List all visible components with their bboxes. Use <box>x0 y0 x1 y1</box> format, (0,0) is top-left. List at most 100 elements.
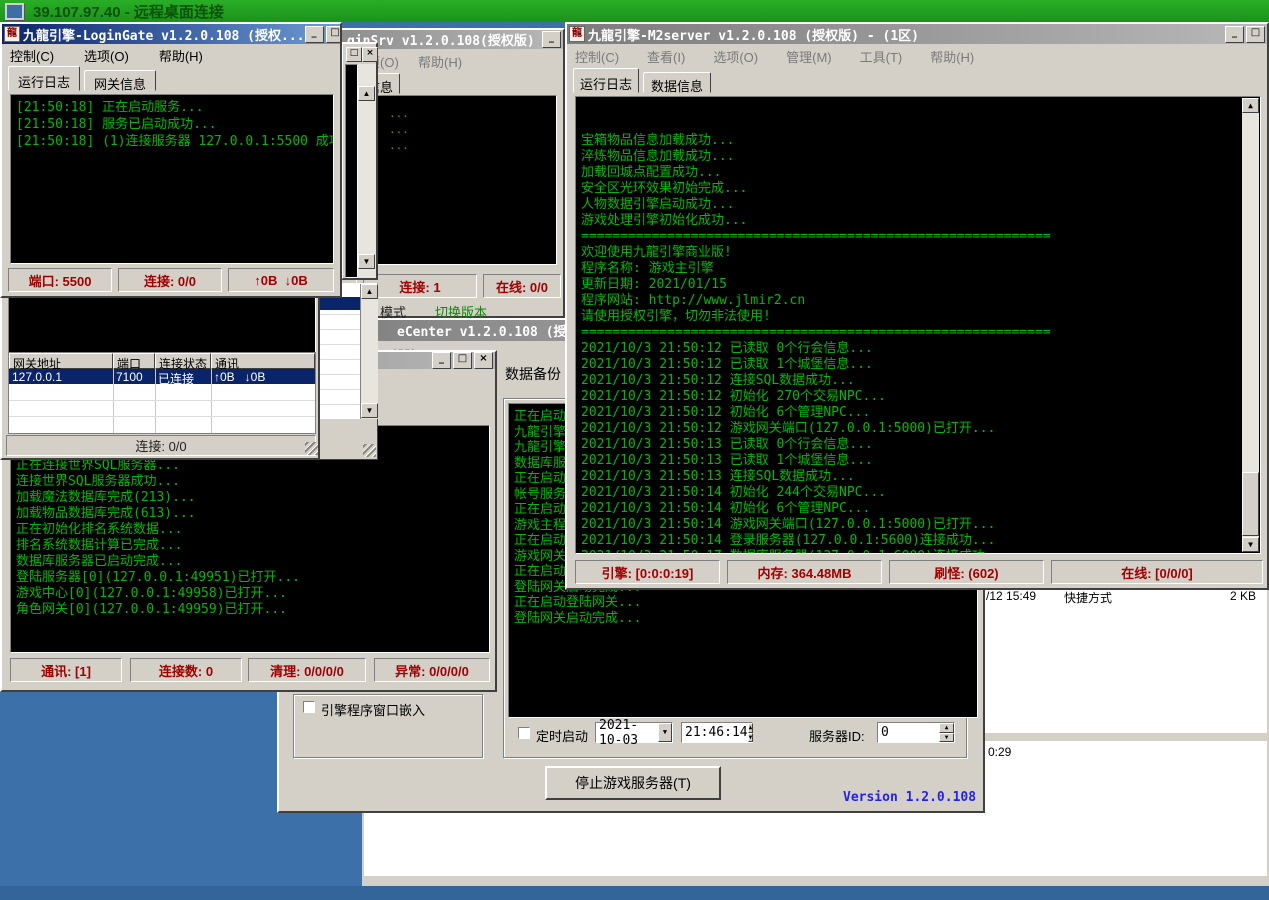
time-spin-buttons[interactable]: ▲ ▼ <box>748 723 754 742</box>
menu-item[interactable]: 工具(T) <box>852 50 903 65</box>
minimize-button[interactable]: _ <box>542 31 561 48</box>
log-line: 2021/10/3 21:50:14 游戏网关端口(127.0.0.1:5000… <box>581 517 1260 533</box>
list-fragment[interactable] <box>319 284 361 419</box>
menu-item[interactable]: 查看(I) <box>639 50 685 65</box>
column-header-state[interactable]: 连接状态 <box>155 353 211 369</box>
column-header-port[interactable]: 端口 <box>113 353 155 369</box>
stop-server-button[interactable]: 停止游戏服务器(T) <box>545 766 721 800</box>
resize-grip[interactable] <box>305 442 318 455</box>
scroll-up-icon[interactable]: ▲ <box>358 86 375 101</box>
window-bottom-border <box>364 876 1267 884</box>
menu-item[interactable]: 选项(O) <box>705 50 758 65</box>
gate-table[interactable]: 网关地址 端口 连接状态 通讯 127.0.0.1 7100 已连接 ↑0B ↓… <box>8 352 316 434</box>
log-line: ========================================… <box>581 325 1260 341</box>
menu-item[interactable]: 控制(C) <box>567 50 619 65</box>
log-line: 加载物品数据库完成(613)... <box>16 506 489 522</box>
titlebar[interactable]: 龍 九龍引擎-LoginGate v1.2.0.108 (授权... _ □ × <box>2 24 340 44</box>
rdp-title: 39.107.97.40 - 远程桌面连接 <box>33 1 224 22</box>
chevron-down-icon[interactable]: ▼ <box>658 723 672 742</box>
m2server-log: 宝箱物品信息加载成功...淬炼物品信息加载成功...加载回城点配置成功...安全… <box>575 96 1261 554</box>
start-date-combobox[interactable]: 2021-10-03 ▼ <box>595 722 673 743</box>
log-line: [21:50:18] 正在启动服务... <box>16 99 333 116</box>
tab-data-info[interactable]: 数据信息 <box>643 72 711 93</box>
mode-label: 模式 <box>380 302 406 321</box>
scroll-down-icon[interactable]: ▼ <box>358 254 375 269</box>
spin-down-icon[interactable]: ▼ <box>748 733 754 743</box>
tab-run-log[interactable]: 运行日志 <box>573 68 639 93</box>
column-header-traffic[interactable]: 通讯 <box>211 353 315 369</box>
app-icon: 龍 <box>569 26 585 42</box>
cell-port[interactable]: 7100 <box>113 369 155 384</box>
tab-gate-info[interactable]: 网关信息 <box>84 70 156 91</box>
menu-item[interactable]: 控制(C) <box>2 49 54 64</box>
file-type: 快捷方式 <box>1064 589 1112 606</box>
log-line: 2021/10/3 21:50:17 数据库服务器(127.0.0.1:6000… <box>581 549 1260 554</box>
log-line: [21:50:18] 服务已启动成功... <box>16 116 333 133</box>
cell-address[interactable]: 127.0.0.1 <box>9 369 113 384</box>
minimize-button[interactable]: _ <box>305 26 324 43</box>
close-button[interactable]: × <box>362 47 378 62</box>
resize-grip[interactable] <box>363 444 376 457</box>
status-connections: 连接: 0/0 <box>6 435 316 456</box>
table-gridline <box>9 416 315 417</box>
scrollbar-thumb[interactable] <box>1242 472 1259 536</box>
maximize-button[interactable]: □ <box>346 47 362 62</box>
log-line: 2021/10/3 21:50:12 初始化 270个交易NPC... <box>581 389 1260 405</box>
status-online: 在线: [0/0/0] <box>1051 560 1263 584</box>
menubar[interactable]: 控制(C) 选项(O) 帮助(H) <box>2 46 340 65</box>
row-line <box>319 329 360 330</box>
cell-traffic[interactable]: ↑0B ↓0B <box>211 369 315 384</box>
selected-row[interactable] <box>319 297 360 310</box>
tab-run-log[interactable]: 运行日志 <box>8 66 80 91</box>
timer-checkbox[interactable] <box>518 727 530 739</box>
column-header-address[interactable]: 网关地址 <box>9 353 113 369</box>
minimize-button[interactable]: _ <box>432 352 451 369</box>
logingate-log: [21:50:18] 正在启动服务...[21:50:18] 服务已启动成功..… <box>10 94 334 264</box>
switch-version-link[interactable]: 切换版本 <box>435 302 487 321</box>
scroll-up-icon[interactable]: ▲ <box>1242 98 1259 113</box>
scroll-up-icon[interactable]: ▲ <box>361 284 378 299</box>
menubar[interactable]: 控制(C) 查看(I) 选项(O) 管理(M) 工具(T) 帮助(H) <box>567 47 1267 66</box>
window-list-fragment: ▲ ▼ <box>318 283 378 460</box>
scroll-down-icon[interactable]: ▼ <box>1242 537 1259 552</box>
server-id-spin-buttons[interactable]: ▲ ▼ <box>939 723 954 742</box>
server-id-spinner[interactable]: 0 ▲ ▼ <box>877 722 955 743</box>
log-line: 角色网关[0](127.0.0.1:49959)已打开... <box>16 602 489 618</box>
table-gridline <box>155 369 156 433</box>
menu-item[interactable]: 选项(O) <box>76 49 129 64</box>
menu-item[interactable]: 帮助(H) <box>151 49 203 64</box>
cell-state[interactable]: 已连接 <box>155 369 211 384</box>
spin-down-icon[interactable]: ▼ <box>939 733 954 743</box>
log-line: 淬炼物品信息加载成功... <box>581 149 1260 165</box>
minimize-button[interactable]: _ <box>1225 26 1244 43</box>
log-line: ========================================… <box>581 229 1260 245</box>
spin-up-icon[interactable]: ▲ <box>939 723 954 733</box>
menu-item[interactable]: 管理(M) <box>778 50 832 65</box>
file-date: /12 15:49 <box>986 589 1036 603</box>
vertical-scrollbar[interactable]: ▲ ▼ <box>361 284 378 419</box>
log-line: 2021/10/3 21:50:12 已读取 1个城堡信息... <box>581 357 1260 373</box>
log-line: 加载魔法数据库完成(213)... <box>16 490 489 506</box>
maximize-button[interactable]: □ <box>453 352 472 369</box>
maximize-button[interactable]: □ <box>326 26 341 43</box>
scroll-down-icon[interactable]: ▼ <box>361 403 378 418</box>
start-time-spinner[interactable]: 21:46:14 ▲ ▼ <box>681 722 753 743</box>
maximize-button[interactable]: □ <box>1246 26 1265 43</box>
vertical-scrollbar[interactable]: ▲ ▼ <box>358 64 376 278</box>
window-m2server: 龍 九龍引擎-M2server v1.2.0.108 (授权版) - (1区) … <box>565 22 1269 590</box>
embed-checkbox[interactable] <box>303 701 315 713</box>
close-button[interactable]: × <box>474 352 493 369</box>
log-line: 加载回城点配置成功... <box>581 165 1260 181</box>
rdp-connection-bar[interactable]: 39.107.97.40 - 远程桌面连接 <box>0 0 1269 22</box>
titlebar[interactable]: 龍 九龍引擎-M2server v1.2.0.108 (授权版) - (1区) … <box>567 24 1267 44</box>
tabbar: 运行日志 网关信息 <box>6 66 338 92</box>
status-memory: 内存: 364.48MB <box>727 560 882 584</box>
start-date-value: 2021-10-03 <box>599 718 658 748</box>
log-line: 正在连接世界SQL服务器... <box>16 458 489 474</box>
log-line: [21:50:18] (1)连接服务器 127.0.0.1:5500 成功... <box>16 133 333 150</box>
status-port: 端口: 5500 <box>8 268 112 292</box>
status-traffic: ↑0B ↓0B <box>228 268 334 292</box>
menu-item[interactable]: 帮助(H) <box>922 50 974 65</box>
spin-up-icon[interactable]: ▲ <box>748 723 754 733</box>
vertical-scrollbar[interactable]: ▲ ▼ <box>1242 98 1259 552</box>
